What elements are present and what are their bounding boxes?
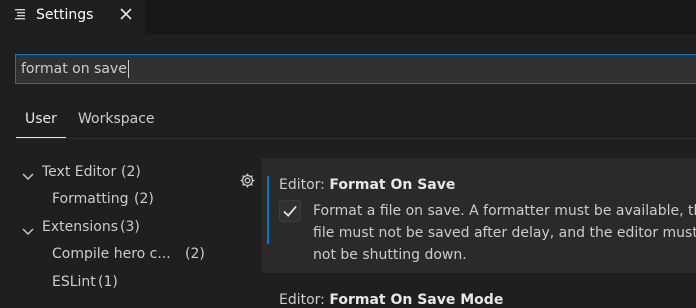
close-icon[interactable] [117,5,137,25]
toc-label: Formatting [52,191,129,207]
tab-workspace[interactable]: Workspace [78,111,155,127]
toc-count: (2) [185,246,205,262]
setting-title: Editor: Format On Save [279,177,455,193]
setting-description: Format a file on save. A formatter must … [313,203,696,263]
toc-count: (1) [98,274,118,290]
toc-label: Compile hero c... [52,246,171,262]
chevron-down-icon [22,225,34,235]
tab-user[interactable]: User [25,111,57,127]
settings-editor-icon [14,8,28,22]
active-tab-indicator [16,137,66,138]
format-on-save-checkbox[interactable] [279,200,301,222]
chevron-down-icon [22,170,34,180]
toc-label: Text Editor [42,164,117,180]
toc-count: (2) [134,191,154,207]
setting-category: Editor: [279,292,330,308]
setting-name: Format On Save [329,177,456,193]
tab-title: Settings [36,7,94,23]
scope-divider [15,138,696,139]
toc-count: (3) [120,219,140,235]
tab-settings[interactable]: Settings [0,0,145,35]
search-input-value[interactable]: format on save [21,60,129,78]
setting-title-format-on-save-mode: Editor: Format On Save Mode [279,292,503,308]
setting-category: Editor: [279,177,330,193]
toc-count: (2) [121,164,141,180]
toc-label: ESLint [52,274,96,290]
toc-label: Extensions [42,219,119,235]
gear-icon[interactable] [239,172,256,189]
setting-focus-indicator [267,176,269,244]
setting-name: Format On Save Mode [329,292,504,308]
search-settings-input[interactable]: format on save [15,54,696,84]
